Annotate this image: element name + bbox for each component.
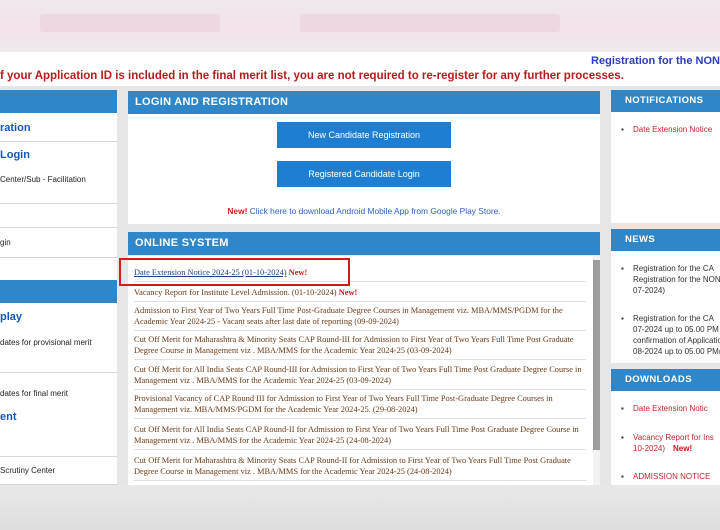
list-item[interactable]: Cut Off Merit for Maharashtra & Minority…: [134, 334, 586, 360]
sidebar-item-label: Login: [0, 149, 30, 161]
news-item[interactable]: ▪ Registration for the CA 07-2024 up to …: [611, 313, 720, 359]
sidebar-item-scrutiny[interactable]: Scrutiny Center: [0, 457, 117, 485]
list-item[interactable]: Provisional Vacancy of CAP Round III for…: [134, 393, 586, 419]
bullet-icon: ▪: [621, 264, 624, 273]
download-item[interactable]: ▪ Date Extension Notic: [611, 403, 720, 415]
list-item[interactable]: Cut Off Merit for Maharashtra & Minority…: [134, 455, 586, 481]
bullet-icon: ▪: [621, 314, 624, 323]
highlight-box: [119, 258, 350, 286]
sidebar-item-facilitation[interactable]: Center/Sub - Facilitation: [0, 166, 117, 204]
sidebar-item-blank[interactable]: [0, 204, 117, 228]
new-badge: New!: [673, 444, 693, 453]
sidebar-item-display[interactable]: play: [0, 305, 117, 329]
registered-login-button[interactable]: Registered Candidate Login: [277, 161, 451, 187]
sidebar-item-ent[interactable]: ent: [0, 403, 117, 457]
blurred-logo: [40, 14, 220, 32]
sidebar-item-final-merit[interactable]: dates for final merit: [0, 373, 117, 403]
news-title: NEWS: [625, 234, 656, 245]
list-item[interactable]: Admission to First Year of Two Years Ful…: [134, 305, 586, 331]
list-item[interactable]: Cut Off Merit for All India Seats CAP Ro…: [134, 424, 586, 450]
notice-bar: f your Application ID is included in the…: [0, 69, 720, 86]
sidebar-item-label: ration: [0, 122, 31, 134]
downloads-header: DOWNLOADS: [611, 369, 720, 391]
list-item[interactable]: Vacancy Report for Institute Level Admis…: [134, 287, 586, 302]
notice-text: f your Application ID is included in the…: [0, 70, 624, 82]
new-badge: New!: [227, 206, 248, 216]
news-header: NEWS: [611, 229, 720, 251]
sidebar-item-gin[interactable]: gin: [0, 228, 117, 258]
sidebar-item-label: play: [0, 311, 23, 323]
bullet-icon: ▪: [621, 404, 624, 413]
notifications-title: NOTIFICATIONS: [625, 95, 704, 106]
android-app-link[interactable]: New! Click here to download Android Mobi…: [128, 206, 600, 216]
login-panel-header: LOGIN AND REGISTRATION: [128, 91, 600, 114]
marquee-text[interactable]: Registration for the NON: [591, 55, 720, 67]
sidebar-item-provisional-merit[interactable]: dates for provisional merit: [0, 333, 117, 373]
left-sidebar-header: [0, 90, 117, 113]
login-panel-title: LOGIN AND REGISTRATION: [135, 96, 289, 108]
online-system-list: Date Extension Notice 2024-25 (01-10-202…: [128, 256, 600, 485]
download-item[interactable]: ▪ ADMISSION NOTICE: [611, 471, 720, 483]
sidebar-item-label: gin: [0, 238, 11, 247]
left-sidebar-header-2: [0, 280, 117, 303]
sidebar-item-label: dates for provisional merit: [0, 338, 92, 347]
sidebar-item-label: ent: [0, 411, 17, 423]
blurred-header-band: [0, 0, 720, 52]
login-panel: New Candidate Registration Registered Ca…: [128, 114, 600, 224]
sidebar-item-label: dates for final merit: [0, 389, 69, 398]
list-item[interactable]: Cut Off Merit for All India Seats CAP Ro…: [134, 364, 586, 390]
sidebar-item-label: Center/Sub - Facilitation: [0, 175, 86, 184]
bullet-icon: ▪: [621, 472, 624, 481]
news-item[interactable]: ▪ Registration for the CA Registration f…: [611, 263, 720, 297]
scrollbar-thumb[interactable]: [593, 260, 600, 450]
online-system-title: ONLINE SYSTEM: [135, 237, 229, 249]
online-system-header: ONLINE SYSTEM: [128, 232, 600, 255]
new-registration-button[interactable]: New Candidate Registration: [277, 122, 451, 148]
new-badge: New!: [338, 288, 358, 297]
sidebar-item-label: Scrutiny Center: [0, 466, 56, 475]
notification-item[interactable]: ▪ Date Extension Notice: [611, 124, 720, 136]
notifications-header: NOTIFICATIONS: [611, 90, 720, 112]
blurred-footer-band: [0, 485, 720, 530]
scrollbar[interactable]: [593, 256, 600, 485]
android-app-link-text: Click here to download Android Mobile Ap…: [249, 206, 501, 216]
download-item[interactable]: ▪ Vacancy Report for Ins 10-2024) New!: [611, 432, 720, 456]
downloads-title: DOWNLOADS: [625, 374, 692, 385]
sidebar-item-registration[interactable]: ration: [0, 114, 117, 142]
bullet-icon: ▪: [621, 125, 624, 134]
bullet-icon: ▪: [621, 433, 624, 442]
sidebar-item-login[interactable]: Login: [0, 142, 117, 166]
blurred-banner: [300, 14, 560, 32]
